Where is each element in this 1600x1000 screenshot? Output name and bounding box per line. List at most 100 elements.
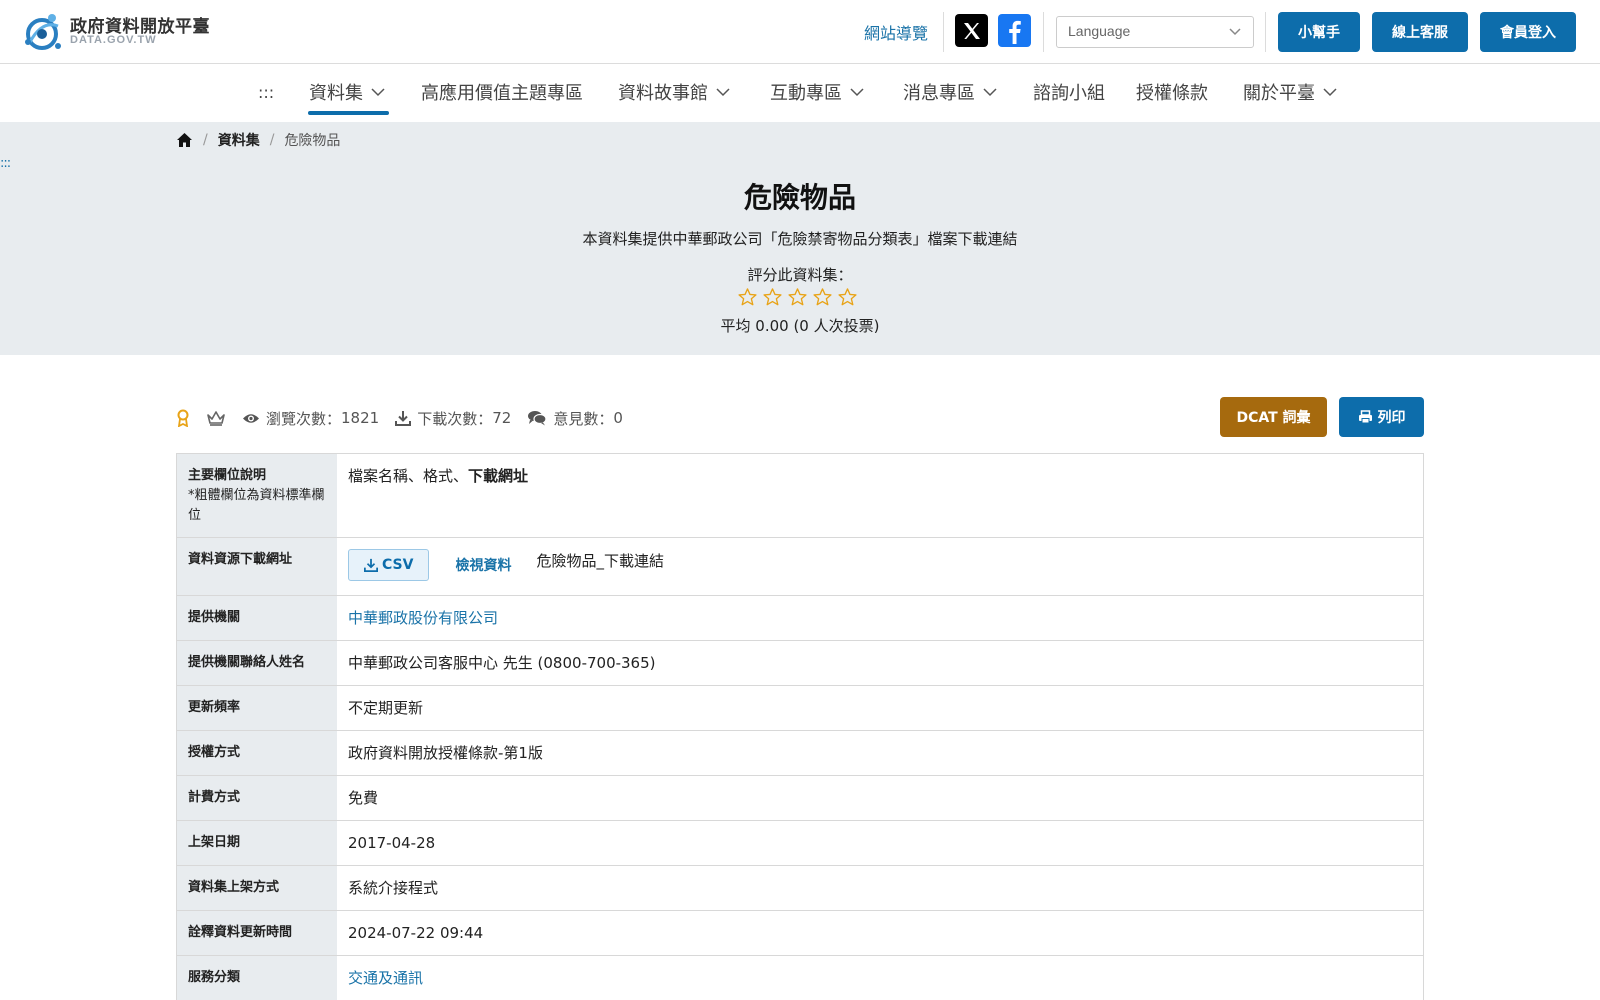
crown-icon	[206, 410, 226, 426]
chevron-down-icon	[1229, 28, 1241, 36]
download-icon	[395, 411, 412, 426]
csv-download-button[interactable]: CSV	[348, 549, 430, 581]
row-label: 更新頻率	[177, 686, 337, 730]
table-row: 主要欄位說明 *粗體欄位為資料標準欄位 檔案名稱、格式、 下載網址	[177, 454, 1423, 538]
main-fields-plain: 檔案名稱、格式、	[348, 467, 469, 485]
star-icon[interactable]	[813, 288, 832, 306]
helper-button[interactable]: 小幫手	[1278, 12, 1360, 52]
view-count-value: 1821	[341, 409, 380, 427]
row-label: 提供機關	[177, 596, 337, 640]
language-select[interactable]: Language	[1056, 16, 1254, 48]
dataset-info-table: 主要欄位說明 *粗體欄位為資料標準欄位 檔案名稱、格式、 下載網址 資料資源下載網…	[176, 453, 1424, 1000]
sitemap-link[interactable]: 網站導覽	[864, 20, 928, 44]
comment-count-label: 意見數：	[553, 409, 614, 428]
member-login-button[interactable]: 會員登入	[1480, 12, 1576, 52]
resource-name: 危險物品_下載連結	[536, 552, 664, 570]
row-label: 資料集上架方式	[177, 866, 337, 910]
row-value: 不定期更新	[337, 686, 1423, 730]
row-value-link[interactable]: 中華郵政股份有限公司	[348, 606, 498, 630]
star-icon[interactable]	[763, 288, 782, 306]
award-icon	[176, 409, 190, 427]
comment-count-value: 0	[613, 409, 623, 427]
row-label: 授權方式	[177, 731, 337, 775]
download-count: 下載次數： 72	[395, 408, 511, 429]
row-value: 免費	[337, 776, 1423, 820]
row-value: CSV 檢視資料 危險物品_下載連結	[337, 538, 1423, 595]
row-value: 系統介接程式	[337, 866, 1423, 910]
facebook-icon[interactable]	[998, 14, 1031, 47]
table-row: 服務分類 交通及通訊	[177, 956, 1423, 1000]
table-row: 授權方式 政府資料開放授權條款-第1版	[177, 731, 1423, 776]
breadcrumb-item-datasets[interactable]: 資料集	[218, 130, 260, 150]
row-value-text: 中華郵政公司客服中心 先生 (0800-700-365)	[348, 654, 656, 672]
row-value: 交通及通訊	[337, 956, 1423, 1000]
row-label: 主要欄位說明 *粗體欄位為資料標準欄位	[177, 454, 337, 537]
star-icon[interactable]	[738, 288, 757, 306]
table-row: 詮釋資料更新時間 2024-07-22 09:44	[177, 911, 1423, 956]
table-row: 提供機關聯絡人姓名 中華郵政公司客服中心 先生 (0800-700-365)	[177, 641, 1423, 686]
csv-label: CSV	[382, 557, 414, 573]
main-fields-note: *粗體欄位為資料標準欄位	[188, 488, 325, 523]
breadcrumb-separator: /	[269, 132, 275, 148]
nav-item-interactive[interactable]: 互動專區	[770, 78, 864, 106]
nav-item-datasets[interactable]: 資料集	[309, 78, 385, 106]
chevron-down-icon	[850, 87, 864, 96]
nav-item-about[interactable]: 關於平臺	[1243, 78, 1337, 106]
star-icon[interactable]	[838, 288, 857, 306]
nav-item-label: 消息專區	[903, 83, 975, 104]
x-twitter-icon[interactable]	[955, 14, 988, 47]
table-row: 資料資源下載網址 CSV 檢視資料 危險物品_下載連結	[177, 538, 1423, 596]
header-divider	[943, 12, 944, 52]
eye-icon	[243, 413, 259, 423]
dataset-description: 本資料集提供中華郵政公司「危險禁寄物品分類表」檔案下載連結	[582, 230, 1018, 248]
table-row: 提供機關 中華郵政股份有限公司	[177, 596, 1423, 641]
rating-label: 評分此資料集：	[747, 266, 853, 284]
row-value-text: 不定期更新	[348, 699, 424, 717]
table-row: 上架日期 2017-04-28	[177, 821, 1423, 866]
site-logo[interactable]: 政府資料開放平臺 DATA.GOV.TW	[22, 10, 212, 54]
row-value-text: 2017-04-28	[348, 834, 436, 852]
nav-item-license[interactable]: 授權條款	[1136, 78, 1208, 106]
table-row: 計費方式 免費	[177, 776, 1423, 821]
nav-item-label: 諮詢小組	[1033, 83, 1105, 104]
nav-item-advisory[interactable]: 諮詢小組	[1033, 78, 1105, 106]
nav-item-label: 互動專區	[770, 83, 842, 104]
content-accesskey[interactable]: :::	[0, 156, 11, 171]
row-label: 資料資源下載網址	[177, 538, 337, 595]
dcat-button[interactable]: DCAT 詞彙	[1220, 397, 1327, 437]
dataset-hero: / 資料集 / 危險物品 ::: 危險物品 本資料集提供中華郵政公司「危險禁寄物…	[0, 122, 1600, 355]
row-value: 2024-07-22 09:44	[337, 911, 1423, 955]
download-icon	[364, 558, 378, 572]
comments-icon	[528, 411, 547, 426]
page-title: 危險物品	[743, 181, 856, 214]
nav-item-news[interactable]: 消息專區	[903, 78, 997, 106]
row-label: 服務分類	[177, 956, 337, 1000]
nav-active-indicator	[308, 111, 389, 115]
dataset-stats: 瀏覽次數： 1821 下載次數： 72 意見數： 0	[176, 404, 639, 432]
nav-item-label: 授權條款	[1136, 83, 1208, 104]
row-value-text: 免費	[348, 789, 379, 807]
detail-rows: 提供機關 中華郵政股份有限公司 提供機關聯絡人姓名 中華郵政公司客服中心 先生 (08…	[177, 596, 1423, 1000]
nav-item-high-value[interactable]: 高應用價值主題專區	[421, 78, 583, 106]
main-nav: ::: 資料集 高應用價值主題專區 資料故事館 互動專區 消息專區 諮詢小組 授…	[0, 64, 1600, 122]
view-count-label: 瀏覽次數：	[266, 409, 342, 428]
download-count-label: 下載次數：	[417, 409, 493, 428]
home-icon[interactable]	[176, 132, 193, 148]
rating-stars	[738, 288, 862, 308]
chevron-down-icon	[716, 87, 730, 96]
print-button[interactable]: 列印	[1339, 397, 1424, 437]
nav-item-label: 資料故事館	[618, 83, 708, 104]
online-service-button[interactable]: 線上客服	[1372, 12, 1468, 52]
star-icon[interactable]	[788, 288, 807, 306]
row-label: 詮釋資料更新時間	[177, 911, 337, 955]
nav-accesskey[interactable]: :::	[258, 78, 274, 106]
header-divider	[1043, 12, 1044, 52]
row-label: 上架日期	[177, 821, 337, 865]
nav-item-data-stories[interactable]: 資料故事館	[618, 78, 730, 106]
row-value: 中華郵政股份有限公司	[337, 596, 1423, 640]
site-header: 政府資料開放平臺 DATA.GOV.TW 網站導覽 Language 小幫手 線…	[0, 0, 1600, 64]
chevron-down-icon	[983, 87, 997, 96]
nav-item-label: 關於平臺	[1243, 83, 1315, 104]
view-data-link[interactable]: 檢視資料	[455, 554, 511, 578]
row-value-link[interactable]: 交通及通訊	[348, 966, 423, 990]
